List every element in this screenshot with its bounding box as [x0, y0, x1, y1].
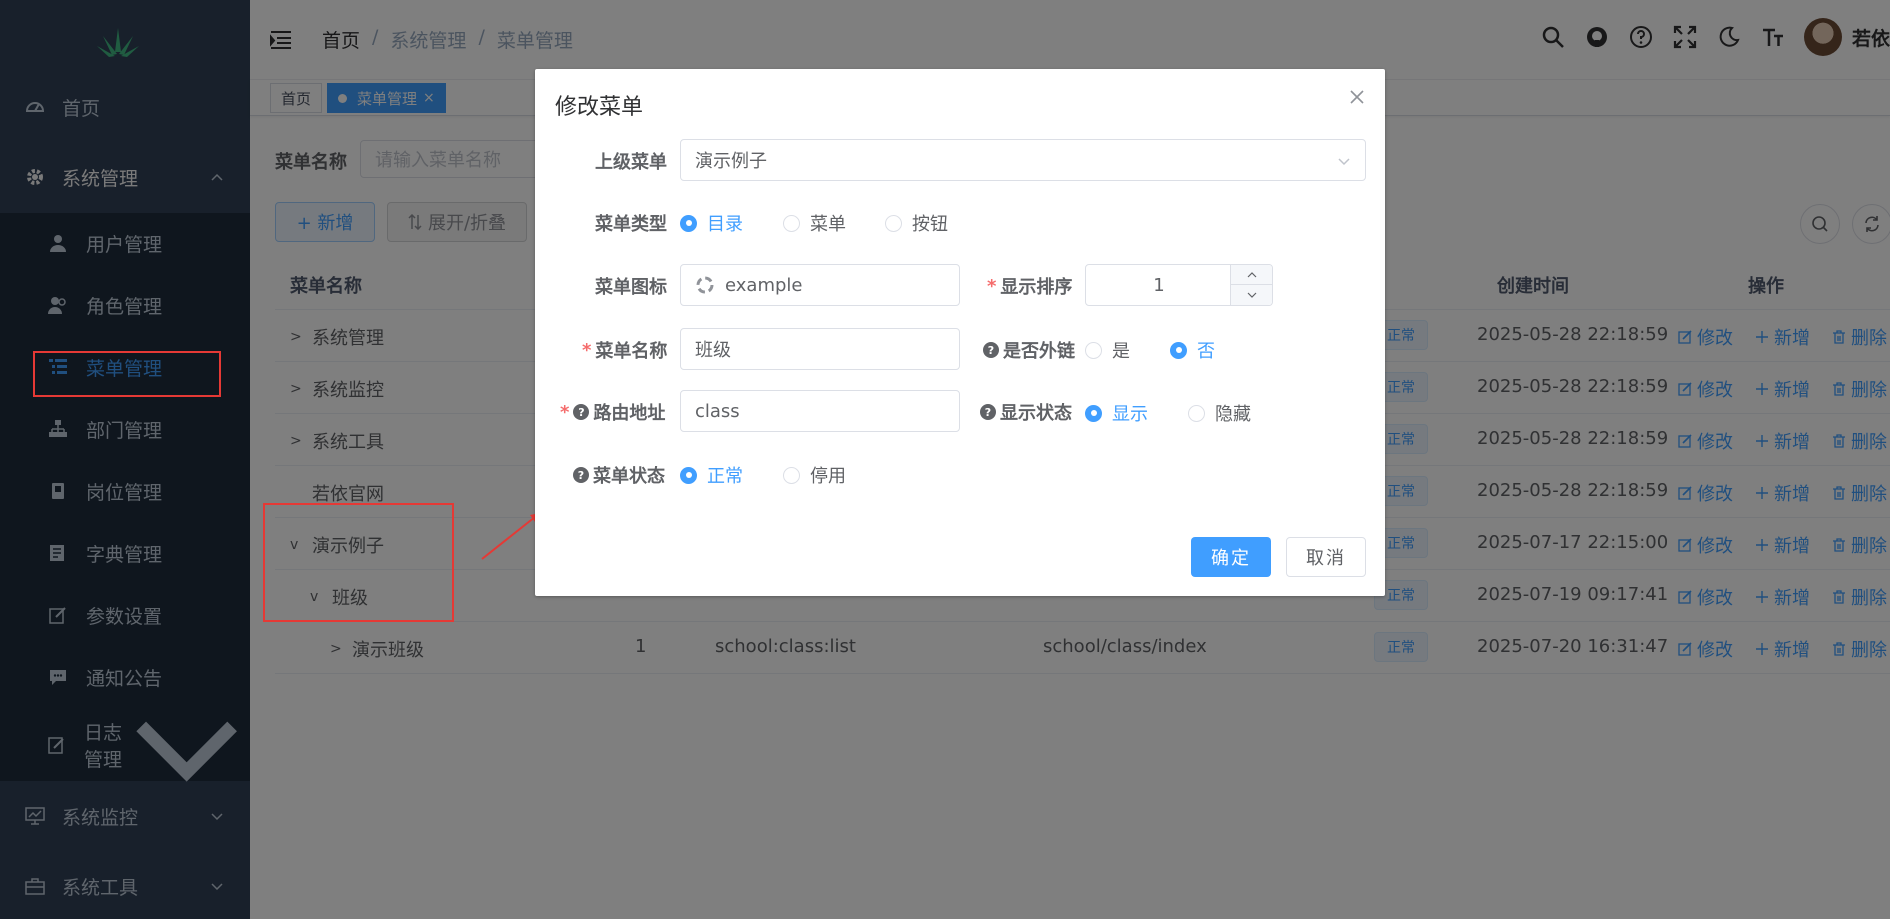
menu-type-label: 菜单类型 [595, 210, 667, 236]
radio-checked-icon [1085, 404, 1102, 422]
parent-menu-label-text: 上级菜单 [595, 152, 667, 173]
sort-order-value[interactable]: 1 [1086, 265, 1232, 305]
sort-order-label-text: 显示排序 [1000, 277, 1073, 298]
route-path-label-text: 路由地址 [593, 403, 666, 424]
parent-menu-label: 上级菜单 [595, 148, 667, 174]
visible-status-label-text: 显示状态 [1000, 403, 1072, 424]
radio-label: 正常 [707, 466, 743, 487]
chevron-down-icon [1247, 292, 1256, 298]
menu-icon-label-text: 菜单图标 [595, 277, 667, 298]
question-icon[interactable]: ? [573, 467, 589, 483]
required-mark: * [560, 401, 570, 423]
menu-icon-value: example [725, 274, 803, 296]
menu-name-input[interactable]: 班级 [680, 328, 960, 370]
menu-name-label: * 菜单名称 [582, 337, 667, 363]
menu-icon-input[interactable]: example [680, 264, 960, 306]
visible-status-label: ? 显示状态 [980, 399, 1072, 425]
example-icon [696, 276, 714, 294]
route-path-value: class [695, 400, 740, 422]
dialog-title: 修改菜单 [555, 95, 644, 120]
radio-icon [783, 214, 800, 232]
highlight-box-menu-management [33, 351, 221, 397]
radio-checked-icon [680, 466, 697, 484]
radio-label: 显示 [1112, 404, 1148, 425]
question-icon[interactable]: ? [983, 342, 999, 358]
sort-order-label: * 显示排序 [987, 273, 1072, 299]
radio-label: 按钮 [912, 214, 948, 235]
question-icon[interactable]: ? [980, 404, 996, 420]
parent-menu-value: 演示例子 [695, 151, 767, 172]
external-link-label: ? 是否外链 [983, 337, 1075, 363]
required-mark: * [582, 339, 592, 361]
menu-type-radio-menu[interactable]: 菜单 [783, 210, 846, 236]
question-icon[interactable]: ? [573, 404, 590, 420]
radio-label: 隐藏 [1215, 404, 1251, 425]
chevron-down-icon [1338, 158, 1350, 166]
route-path-input[interactable]: class [680, 390, 960, 432]
confirm-button[interactable]: 确定 [1191, 537, 1271, 577]
external-radio-no[interactable]: 否 [1170, 337, 1215, 363]
status-radio-disabled[interactable]: 停用 [783, 462, 846, 488]
chevron-up-icon [1247, 271, 1256, 277]
menu-status-label-text: 菜单状态 [593, 466, 665, 487]
radio-icon [783, 466, 800, 484]
visible-radio-hide[interactable]: 隐藏 [1188, 400, 1251, 426]
radio-label: 菜单 [810, 214, 846, 235]
menu-status-label: ? 菜单状态 [573, 462, 665, 488]
visible-radio-show[interactable]: 显示 [1085, 400, 1148, 426]
radio-label: 否 [1197, 341, 1215, 362]
menu-type-label-text: 菜单类型 [595, 214, 667, 235]
route-path-label: * ? 路由地址 [560, 399, 665, 425]
menu-name-value: 班级 [695, 340, 731, 361]
radio-label: 目录 [707, 214, 743, 235]
radio-icon [885, 214, 902, 232]
required-mark: * [987, 275, 997, 297]
radio-checked-icon [680, 214, 697, 232]
external-link-label-text: 是否外链 [1003, 341, 1075, 362]
sort-order-stepper[interactable]: 1 [1085, 264, 1273, 306]
stepper-increase[interactable] [1230, 265, 1272, 285]
stepper-decrease[interactable] [1230, 285, 1272, 305]
external-radio-yes[interactable]: 是 [1085, 337, 1130, 363]
menu-name-label-text: 菜单名称 [595, 341, 668, 362]
cancel-button[interactable]: 取消 [1286, 537, 1366, 577]
radio-icon [1188, 404, 1205, 422]
parent-menu-select[interactable]: 演示例子 [680, 139, 1366, 181]
radio-icon [1085, 341, 1102, 359]
menu-icon-label: 菜单图标 [595, 273, 667, 299]
menu-type-radio-button[interactable]: 按钮 [885, 210, 948, 236]
radio-label: 是 [1112, 341, 1130, 362]
close-icon[interactable] [1347, 87, 1367, 107]
edit-menu-dialog: 修改菜单 上级菜单 演示例子 菜单类型 目录 菜单 按钮 菜单图标 exampl… [535, 69, 1385, 596]
radio-label: 停用 [810, 466, 846, 487]
menu-type-radio-directory[interactable]: 目录 [680, 210, 743, 236]
status-radio-normal[interactable]: 正常 [680, 462, 743, 488]
radio-checked-icon [1170, 341, 1187, 359]
highlight-box-table-rows [263, 503, 454, 622]
